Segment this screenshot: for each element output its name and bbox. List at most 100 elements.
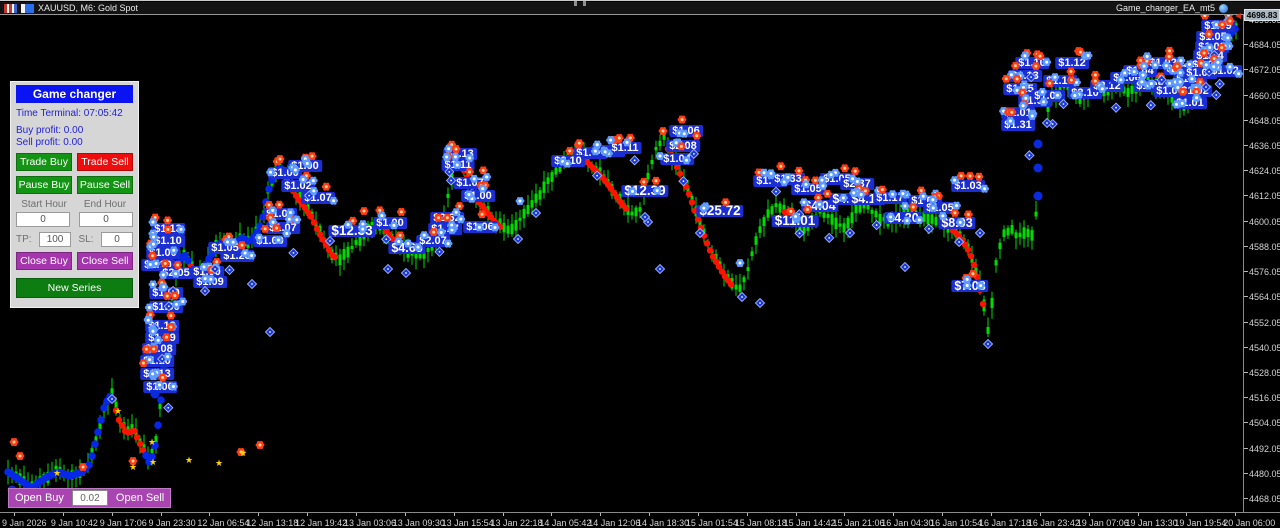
time-tick-label: 15 Jan 08:18 <box>734 518 787 528</box>
close-buy-button[interactable]: Close Buy <box>16 252 72 270</box>
time-tick-label: 15 Jan 21:06 <box>832 518 885 528</box>
price-tick-label: 4504.05 <box>1249 418 1280 429</box>
time-tick-label: 13 Jan 15:54 <box>441 518 494 528</box>
game-changer-panel: Game changer Time Terminal: 07:05:42 Buy… <box>10 81 139 308</box>
price-tick-label: 4588.05 <box>1249 241 1280 252</box>
time-tick <box>209 513 211 516</box>
new-series-button[interactable]: New Series <box>16 278 133 298</box>
time-tick <box>697 513 699 516</box>
price-tick-label: 4480.05 <box>1249 468 1280 479</box>
mt5-window: XAUUSD, M6: Gold Spot Game_changer_EA_mt… <box>0 0 1280 528</box>
time-tick <box>355 513 357 516</box>
trade-buy-button[interactable]: Trade Buy <box>16 153 72 171</box>
price-direction-arrow <box>1235 13 1241 19</box>
price-tick <box>1244 371 1248 373</box>
time-terminal-label: Time Terminal: 07:05:42 <box>16 108 123 119</box>
chart-window-icon[interactable] <box>21 3 34 13</box>
price-tick-label: 4492.05 <box>1249 443 1280 454</box>
time-tick-label: 19 Jan 07:06 <box>1076 518 1129 528</box>
price-tick <box>1244 94 1248 96</box>
price-tick-label: 4468.05 <box>1249 493 1280 504</box>
price-tick-label: 4684.05 <box>1249 40 1280 51</box>
tp-label: TP: <box>16 234 32 245</box>
price-tick-label: 4552.05 <box>1249 317 1280 328</box>
close-sell-button[interactable]: Close Sell <box>77 252 133 270</box>
time-tick <box>14 513 15 516</box>
price-tick-label: 4540.05 <box>1249 342 1280 353</box>
time-tick-label: 16 Jan 17:18 <box>979 518 1032 528</box>
time-tick <box>453 513 455 516</box>
price-tick-label: 4576.05 <box>1249 267 1280 278</box>
chart-symbol-icon[interactable] <box>4 3 17 13</box>
candlestick-canvas <box>4 20 1239 498</box>
time-tick-label: 12 Jan 19:42 <box>295 518 348 528</box>
price-tick-label: 4672.05 <box>1249 65 1280 76</box>
price-tick <box>1244 170 1248 172</box>
price-tick <box>1244 472 1248 474</box>
price-axis[interactable]: 4696.054684.054672.054660.054648.054636.… <box>1243 15 1280 512</box>
time-tick-label: 9 Jan 17:06 <box>99 518 147 528</box>
sl-input[interactable] <box>100 232 133 247</box>
time-tick <box>160 513 162 516</box>
time-tick <box>307 513 309 516</box>
time-tick <box>1186 513 1188 516</box>
time-tick <box>62 513 64 516</box>
time-tick <box>111 513 113 516</box>
price-tick <box>1244 422 1248 424</box>
time-tick-label: 13 Jan 09:30 <box>392 518 445 528</box>
price-tick <box>1244 497 1248 499</box>
time-tick <box>1039 513 1041 516</box>
chart-area[interactable]: $1.13 $1.10 $1.00 $1.10 $2.05 $1.00 $1.09 $1.00… <box>0 15 1243 512</box>
time-tick-label: 12 Jan 13:18 <box>246 518 299 528</box>
price-tick-label: 4636.05 <box>1249 141 1280 152</box>
time-axis[interactable]: 9 Jan 2026 9 Jan 10:42 9 Jan 17:06 9 Jan 23… <box>0 512 1280 528</box>
price-tick <box>1244 296 1248 298</box>
price-tick-label: 4528.05 <box>1249 367 1280 378</box>
time-tick <box>746 513 748 516</box>
price-tick <box>1244 69 1248 71</box>
chart-titlebar: XAUUSD, M6: Gold Spot Game_changer_EA_mt… <box>0 2 1280 15</box>
time-tick-label: 14 Jan 12:06 <box>588 518 641 528</box>
time-tick-label: 15 Jan 01:54 <box>685 518 738 528</box>
window-splitter-notch[interactable] <box>574 1 586 6</box>
panel-title[interactable]: Game changer <box>16 85 133 103</box>
pause-buy-button[interactable]: Pause Buy <box>16 176 72 194</box>
price-tick-label: 4516.05 <box>1249 393 1280 404</box>
time-tick-label: 13 Jan 03:06 <box>343 518 396 528</box>
start-hour-input[interactable] <box>16 212 70 227</box>
price-tick-label: 4564.05 <box>1249 292 1280 303</box>
price-tick <box>1244 271 1248 273</box>
sl-label: SL: <box>78 234 94 245</box>
time-tick-label: 9 Jan 2026 <box>2 518 47 528</box>
time-tick <box>893 513 895 516</box>
time-tick <box>551 513 553 516</box>
lot-size-input[interactable] <box>71 490 108 506</box>
time-tick <box>1137 513 1139 516</box>
time-tick-label: 16 Jan 10:54 <box>930 518 983 528</box>
price-tick <box>1244 195 1248 197</box>
time-tick-label: 16 Jan 23:42 <box>1027 518 1080 528</box>
time-tick-label: 12 Jan 06:54 <box>197 518 250 528</box>
price-tick <box>1244 346 1248 348</box>
price-tick <box>1244 44 1248 46</box>
price-tick <box>1244 245 1248 247</box>
end-hour-label: End Hour <box>83 199 127 210</box>
start-hour-label: Start Hour <box>21 199 67 210</box>
ea-name-label: Game_changer_EA_mt5 <box>1115 3 1215 13</box>
ea-smiley-icon[interactable] <box>1219 3 1228 13</box>
time-tick <box>844 513 846 516</box>
pause-sell-button[interactable]: Pause Sell <box>77 176 133 194</box>
chart-title: XAUUSD, M6: Gold Spot <box>38 3 139 13</box>
tp-input[interactable] <box>39 232 72 247</box>
time-tick <box>991 513 992 516</box>
open-buy-button[interactable]: Open Buy <box>9 489 70 507</box>
time-tick <box>942 513 944 516</box>
time-tick <box>1088 513 1090 516</box>
open-sell-button[interactable]: Open Sell <box>109 489 171 507</box>
price-tick <box>1244 447 1248 449</box>
time-tick-label: 16 Jan 04:30 <box>881 518 934 528</box>
end-hour-input[interactable] <box>79 212 133 227</box>
price-tick <box>1244 119 1248 121</box>
time-tick-label: 9 Jan 10:42 <box>50 518 98 528</box>
trade-sell-button[interactable]: Trade Sell <box>77 153 133 171</box>
